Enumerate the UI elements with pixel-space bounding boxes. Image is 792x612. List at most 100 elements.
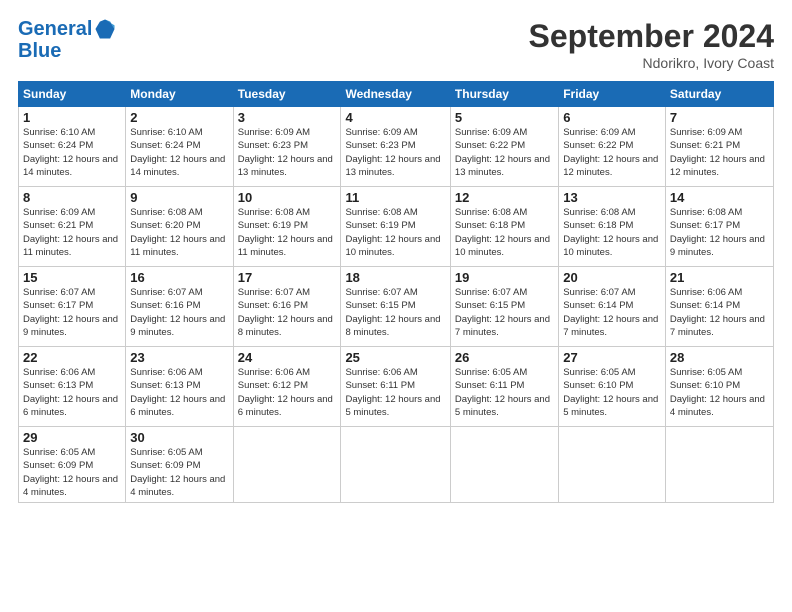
day-info: Sunrise: 6:07 AMSunset: 6:15 PMDaylight:…: [345, 287, 440, 338]
day-info: Sunrise: 6:06 AMSunset: 6:11 PMDaylight:…: [345, 367, 440, 418]
day-info: Sunrise: 6:05 AMSunset: 6:11 PMDaylight:…: [455, 367, 550, 418]
day-number: 9: [130, 190, 228, 205]
day-info: Sunrise: 6:08 AMSunset: 6:19 PMDaylight:…: [345, 207, 440, 258]
day-cell-6: 6 Sunrise: 6:09 AMSunset: 6:22 PMDayligh…: [559, 107, 666, 187]
day-number: 7: [670, 110, 769, 125]
day-number: 22: [23, 350, 121, 365]
day-info: Sunrise: 6:05 AMSunset: 6:10 PMDaylight:…: [563, 367, 658, 418]
day-cell-12: 12 Sunrise: 6:08 AMSunset: 6:18 PMDaylig…: [450, 187, 558, 267]
day-cell-25: 25 Sunrise: 6:06 AMSunset: 6:11 PMDaylig…: [341, 347, 450, 427]
day-cell-28: 28 Sunrise: 6:05 AMSunset: 6:10 PMDaylig…: [665, 347, 773, 427]
day-info: Sunrise: 6:07 AMSunset: 6:16 PMDaylight:…: [238, 287, 333, 338]
day-info: Sunrise: 6:05 AMSunset: 6:10 PMDaylight:…: [670, 367, 765, 418]
day-cell-2: 2 Sunrise: 6:10 AMSunset: 6:24 PMDayligh…: [126, 107, 233, 187]
day-info: Sunrise: 6:07 AMSunset: 6:15 PMDaylight:…: [455, 287, 550, 338]
col-thursday: Thursday: [450, 82, 558, 107]
day-cell-14: 14 Sunrise: 6:08 AMSunset: 6:17 PMDaylig…: [665, 187, 773, 267]
col-tuesday: Tuesday: [233, 82, 341, 107]
day-number: 15: [23, 270, 121, 285]
day-cell-27: 27 Sunrise: 6:05 AMSunset: 6:10 PMDaylig…: [559, 347, 666, 427]
day-number: 23: [130, 350, 228, 365]
day-cell-21: 21 Sunrise: 6:06 AMSunset: 6:14 PMDaylig…: [665, 267, 773, 347]
day-number: 21: [670, 270, 769, 285]
day-cell-9: 9 Sunrise: 6:08 AMSunset: 6:20 PMDayligh…: [126, 187, 233, 267]
col-wednesday: Wednesday: [341, 82, 450, 107]
day-info: Sunrise: 6:08 AMSunset: 6:18 PMDaylight:…: [563, 207, 658, 258]
logo-icon: [94, 18, 116, 40]
day-number: 8: [23, 190, 121, 205]
calendar-header-row: Sunday Monday Tuesday Wednesday Thursday…: [19, 82, 774, 107]
day-cell-20: 20 Sunrise: 6:07 AMSunset: 6:14 PMDaylig…: [559, 267, 666, 347]
col-friday: Friday: [559, 82, 666, 107]
day-cell-4: 4 Sunrise: 6:09 AMSunset: 6:23 PMDayligh…: [341, 107, 450, 187]
day-number: 2: [130, 110, 228, 125]
day-number: 14: [670, 190, 769, 205]
day-number: 20: [563, 270, 661, 285]
title-block: September 2024 Ndorikro, Ivory Coast: [529, 18, 774, 71]
col-monday: Monday: [126, 82, 233, 107]
day-info: Sunrise: 6:05 AMSunset: 6:09 PMDaylight:…: [130, 447, 225, 498]
day-cell-15: 15 Sunrise: 6:07 AMSunset: 6:17 PMDaylig…: [19, 267, 126, 347]
logo-blue: Blue: [18, 40, 61, 63]
empty-cell: [665, 427, 773, 503]
day-info: Sunrise: 6:05 AMSunset: 6:09 PMDaylight:…: [23, 447, 118, 498]
day-info: Sunrise: 6:06 AMSunset: 6:12 PMDaylight:…: [238, 367, 333, 418]
day-number: 5: [455, 110, 554, 125]
day-info: Sunrise: 6:07 AMSunset: 6:14 PMDaylight:…: [563, 287, 658, 338]
day-cell-7: 7 Sunrise: 6:09 AMSunset: 6:21 PMDayligh…: [665, 107, 773, 187]
day-info: Sunrise: 6:10 AMSunset: 6:24 PMDaylight:…: [23, 127, 118, 178]
day-cell-3: 3 Sunrise: 6:09 AMSunset: 6:23 PMDayligh…: [233, 107, 341, 187]
day-number: 12: [455, 190, 554, 205]
day-number: 4: [345, 110, 445, 125]
header: General Blue September 2024 Ndorikro, Iv…: [18, 18, 774, 71]
col-sunday: Sunday: [19, 82, 126, 107]
day-cell-17: 17 Sunrise: 6:07 AMSunset: 6:16 PMDaylig…: [233, 267, 341, 347]
logo-text: General: [18, 18, 92, 40]
empty-cell: [233, 427, 341, 503]
day-info: Sunrise: 6:07 AMSunset: 6:17 PMDaylight:…: [23, 287, 118, 338]
day-info: Sunrise: 6:08 AMSunset: 6:20 PMDaylight:…: [130, 207, 225, 258]
day-info: Sunrise: 6:06 AMSunset: 6:13 PMDaylight:…: [130, 367, 225, 418]
day-cell-19: 19 Sunrise: 6:07 AMSunset: 6:15 PMDaylig…: [450, 267, 558, 347]
month-title: September 2024: [529, 18, 774, 55]
logo: General Blue: [18, 18, 116, 63]
day-cell-30: 30 Sunrise: 6:05 AMSunset: 6:09 PMDaylig…: [126, 427, 233, 503]
day-cell-16: 16 Sunrise: 6:07 AMSunset: 6:16 PMDaylig…: [126, 267, 233, 347]
day-cell-5: 5 Sunrise: 6:09 AMSunset: 6:22 PMDayligh…: [450, 107, 558, 187]
day-cell-18: 18 Sunrise: 6:07 AMSunset: 6:15 PMDaylig…: [341, 267, 450, 347]
day-cell-23: 23 Sunrise: 6:06 AMSunset: 6:13 PMDaylig…: [126, 347, 233, 427]
day-cell-8: 8 Sunrise: 6:09 AMSunset: 6:21 PMDayligh…: [19, 187, 126, 267]
day-number: 3: [238, 110, 337, 125]
week-row-5: 29 Sunrise: 6:05 AMSunset: 6:09 PMDaylig…: [19, 427, 774, 503]
day-info: Sunrise: 6:10 AMSunset: 6:24 PMDaylight:…: [130, 127, 225, 178]
day-info: Sunrise: 6:08 AMSunset: 6:17 PMDaylight:…: [670, 207, 765, 258]
week-row-2: 8 Sunrise: 6:09 AMSunset: 6:21 PMDayligh…: [19, 187, 774, 267]
empty-cell: [341, 427, 450, 503]
day-number: 11: [345, 190, 445, 205]
day-info: Sunrise: 6:09 AMSunset: 6:22 PMDaylight:…: [563, 127, 658, 178]
day-cell-1: 1 Sunrise: 6:10 AMSunset: 6:24 PMDayligh…: [19, 107, 126, 187]
day-info: Sunrise: 6:08 AMSunset: 6:18 PMDaylight:…: [455, 207, 550, 258]
day-number: 30: [130, 430, 228, 445]
day-info: Sunrise: 6:09 AMSunset: 6:23 PMDaylight:…: [238, 127, 333, 178]
day-number: 1: [23, 110, 121, 125]
calendar-table: Sunday Monday Tuesday Wednesday Thursday…: [18, 81, 774, 503]
day-number: 26: [455, 350, 554, 365]
day-cell-13: 13 Sunrise: 6:08 AMSunset: 6:18 PMDaylig…: [559, 187, 666, 267]
day-number: 6: [563, 110, 661, 125]
day-info: Sunrise: 6:07 AMSunset: 6:16 PMDaylight:…: [130, 287, 225, 338]
empty-cell: [450, 427, 558, 503]
day-number: 10: [238, 190, 337, 205]
day-number: 18: [345, 270, 445, 285]
day-info: Sunrise: 6:09 AMSunset: 6:22 PMDaylight:…: [455, 127, 550, 178]
day-info: Sunrise: 6:06 AMSunset: 6:13 PMDaylight:…: [23, 367, 118, 418]
location: Ndorikro, Ivory Coast: [529, 55, 774, 71]
week-row-1: 1 Sunrise: 6:10 AMSunset: 6:24 PMDayligh…: [19, 107, 774, 187]
day-cell-26: 26 Sunrise: 6:05 AMSunset: 6:11 PMDaylig…: [450, 347, 558, 427]
empty-cell: [559, 427, 666, 503]
day-cell-10: 10 Sunrise: 6:08 AMSunset: 6:19 PMDaylig…: [233, 187, 341, 267]
day-number: 29: [23, 430, 121, 445]
day-info: Sunrise: 6:08 AMSunset: 6:19 PMDaylight:…: [238, 207, 333, 258]
week-row-4: 22 Sunrise: 6:06 AMSunset: 6:13 PMDaylig…: [19, 347, 774, 427]
day-number: 17: [238, 270, 337, 285]
